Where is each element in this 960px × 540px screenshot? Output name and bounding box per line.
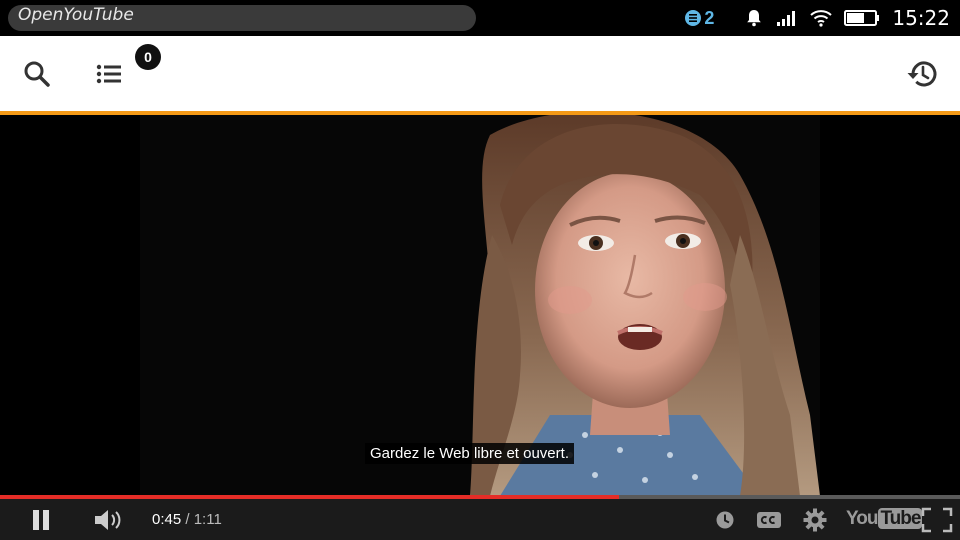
settings-button[interactable] — [802, 507, 828, 533]
duration: 1:11 — [193, 511, 222, 528]
video-frame[interactable]: Gardez le Web libre et ouvert. — [140, 115, 820, 496]
fullscreen-icon — [921, 507, 953, 533]
wifi-icon — [810, 10, 833, 27]
history-icon — [907, 61, 937, 87]
battery-icon — [844, 10, 880, 26]
gear-icon — [803, 508, 827, 532]
fullscreen-button[interactable] — [920, 507, 954, 533]
current-time: 0:45 — [152, 511, 182, 528]
notification-icon — [685, 10, 702, 26]
playlist-button[interactable] — [91, 56, 127, 92]
time-display: 0:45 / 1:11 — [152, 511, 222, 528]
notification-indicator[interactable]: 2 — [684, 8, 714, 29]
status-icons: 2 15:22 — [684, 4, 950, 32]
notification-count: 2 — [704, 7, 715, 28]
status-bar: OpenYouTube 2 15:22 — [0, 0, 960, 36]
player-controls: 0:45 / 1:11 You Tube — [0, 499, 960, 540]
clock-icon — [716, 511, 734, 529]
app-title: OpenYouTube — [18, 5, 134, 25]
app-toolbar: 0 — [0, 36, 960, 112]
subtitle-caption: Gardez le Web libre et ouvert. — [365, 443, 574, 464]
search-icon — [24, 61, 50, 87]
youtube-logo-you: You — [846, 508, 879, 529]
clock: 15:22 — [892, 6, 950, 30]
video-image — [140, 115, 820, 496]
volume-button[interactable] — [92, 507, 126, 533]
watch-later-button[interactable] — [713, 507, 737, 533]
youtube-logo-tube: Tube — [878, 508, 923, 529]
search-button[interactable] — [19, 56, 55, 92]
pause-icon — [33, 510, 49, 530]
time-separator: / — [185, 511, 190, 528]
history-button[interactable] — [904, 56, 940, 92]
list-icon — [96, 64, 121, 84]
pause-button[interactable] — [28, 507, 54, 533]
captions-button[interactable] — [755, 507, 783, 533]
video-player[interactable]: Gardez le Web libre et ouvert. — [0, 115, 960, 496]
bell-icon — [747, 10, 762, 27]
volume-icon — [95, 510, 121, 530]
playlist-count-badge: 0 — [135, 44, 161, 70]
cc-icon — [757, 512, 781, 528]
signal-icon — [777, 11, 796, 26]
youtube-logo[interactable]: You Tube — [846, 508, 923, 530]
